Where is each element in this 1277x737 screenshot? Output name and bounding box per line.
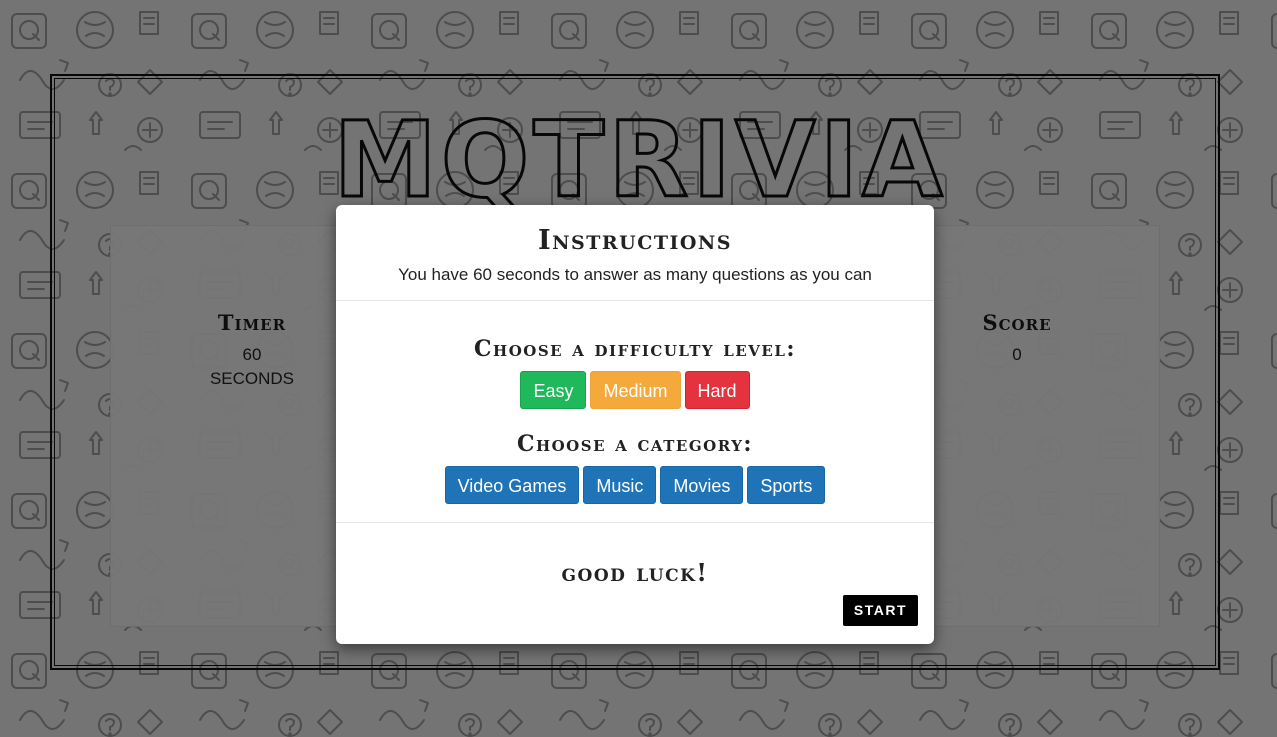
modal-footer: good luck! START: [336, 523, 934, 643]
sports-button[interactable]: Sports: [747, 466, 826, 504]
category-buttons: Video Games Music Movies Sports: [336, 466, 934, 504]
video-games-button[interactable]: Video Games: [444, 466, 580, 504]
modal-title: Instructions: [537, 225, 732, 256]
modal-subtitle: You have 60 seconds to answer as many qu…: [398, 265, 872, 284]
difficulty-title: Choose a difficulty level:: [474, 336, 796, 362]
modal-header: Instructions You have 60 seconds to answ…: [336, 205, 934, 301]
movies-button[interactable]: Movies: [660, 466, 744, 504]
modal-body: Choose a difficulty level: Easy Medium H…: [336, 301, 934, 523]
start-button[interactable]: START: [842, 595, 918, 626]
category-title: Choose a category:: [516, 431, 754, 457]
good-luck-text: good luck!: [561, 558, 709, 587]
music-button[interactable]: Music: [583, 466, 657, 504]
instructions-modal: Instructions You have 60 seconds to answ…: [336, 205, 934, 644]
medium-button[interactable]: Medium: [590, 371, 681, 409]
difficulty-buttons: Easy Medium Hard: [336, 371, 934, 409]
hard-button[interactable]: Hard: [684, 371, 750, 409]
easy-button[interactable]: Easy: [520, 371, 587, 409]
